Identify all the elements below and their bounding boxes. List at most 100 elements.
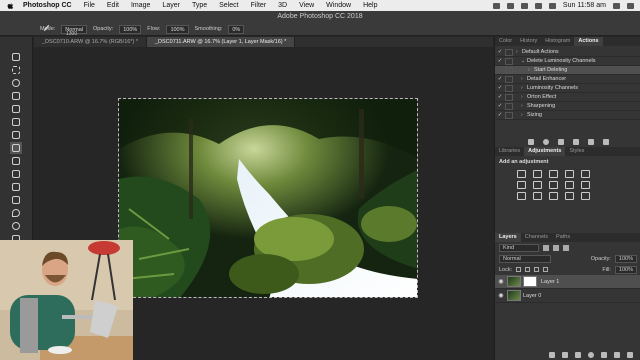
record-action-icon[interactable]: [542, 138, 549, 145]
record-icon[interactable]: [492, 2, 500, 9]
action-orton-effect[interactable]: ✓ › Orton Effect: [495, 93, 640, 102]
layer-mask-thumbnail[interactable]: [523, 276, 537, 287]
photo-filter-icon[interactable]: [565, 181, 574, 189]
lock-transparency-icon[interactable]: [516, 267, 522, 272]
color-balance-icon[interactable]: [533, 181, 542, 189]
crop-tool-icon[interactable]: [10, 103, 22, 115]
menu-help[interactable]: Help: [363, 2, 377, 9]
flow-input[interactable]: 100%: [166, 24, 189, 34]
tab-styles[interactable]: Styles: [565, 147, 588, 156]
menu-image[interactable]: Image: [131, 2, 150, 9]
airplay-icon[interactable]: [506, 2, 514, 9]
threshold-icon[interactable]: [549, 192, 558, 200]
filter-adjustment-icon[interactable]: [553, 244, 559, 251]
layer-name[interactable]: Layer 1: [541, 279, 559, 285]
menu-3d[interactable]: 3D: [278, 2, 287, 9]
filter-pixel-icon[interactable]: [543, 244, 549, 251]
eye-icon[interactable]: ◉: [495, 278, 507, 285]
play-icon[interactable]: [557, 138, 564, 145]
curves-icon[interactable]: [549, 170, 558, 178]
add-mask-icon[interactable]: [575, 352, 581, 358]
action-default-actions[interactable]: ✓ › Default Actions: [495, 48, 640, 57]
action-check[interactable]: ✓: [495, 112, 505, 118]
modal-toggle[interactable]: [505, 57, 513, 65]
layer-thumbnail[interactable]: [507, 276, 521, 287]
quick-select-tool-icon[interactable]: [10, 90, 22, 102]
forest-stream-photo[interactable]: [118, 98, 418, 298]
modal-toggle[interactable]: [505, 102, 513, 110]
action-sizing[interactable]: ✓ › Sizing: [495, 111, 640, 120]
modal-toggle[interactable]: [505, 75, 513, 83]
tab-history[interactable]: History: [516, 37, 541, 46]
action-luminosity-channels[interactable]: ✓ › Luminosity Channels: [495, 84, 640, 93]
layer-name[interactable]: Layer 0: [523, 293, 541, 299]
action-delete-luminosity[interactable]: ✓ ⌄ Delete Luminosity Channels: [495, 57, 640, 66]
tab-layers[interactable]: Layers: [495, 233, 521, 242]
fill-input[interactable]: 100%: [614, 265, 637, 274]
kind-filter-select[interactable]: Kind: [499, 243, 539, 252]
modal-toggle[interactable]: [505, 93, 513, 101]
layer-opacity-input[interactable]: 100%: [614, 254, 637, 263]
menubar-app-name[interactable]: Photoshop CC: [23, 2, 72, 9]
modal-toggle[interactable]: [505, 48, 513, 56]
new-layer-icon[interactable]: [614, 352, 620, 358]
action-check[interactable]: ✓: [495, 76, 505, 82]
modal-toggle[interactable]: [505, 66, 513, 74]
menu-window[interactable]: Window: [326, 2, 351, 9]
menu-type[interactable]: Type: [192, 2, 207, 9]
lock-pixels-icon[interactable]: [525, 267, 531, 272]
black-white-icon[interactable]: [549, 181, 558, 189]
tab-dsc0710[interactable]: _DSC0710.ARW @ 16.7% (RGB/16*) *: [34, 37, 147, 47]
new-action-icon[interactable]: [587, 138, 594, 145]
action-check[interactable]: ✓: [495, 94, 505, 100]
lasso-tool-icon[interactable]: [10, 77, 22, 89]
stop-icon[interactable]: [527, 138, 534, 145]
action-sharpening[interactable]: ✓ › Sharpening: [495, 102, 640, 111]
action-detail-enhancer[interactable]: ✓ › Detail Enhancer: [495, 75, 640, 84]
brightness-contrast-icon[interactable]: [517, 170, 526, 178]
brush-tool-preset-icon[interactable]: [42, 23, 51, 32]
modal-toggle[interactable]: [505, 111, 513, 119]
blur-tool-icon[interactable]: [10, 207, 22, 219]
brush-tool-icon[interactable]: [10, 142, 22, 154]
gradient-map-icon[interactable]: [565, 192, 574, 200]
opacity-input[interactable]: 100%: [119, 24, 142, 34]
menu-view[interactable]: View: [299, 2, 314, 9]
eyedropper-tool-icon[interactable]: [10, 116, 22, 128]
layer-row-layer-0[interactable]: ◉ Layer 0: [495, 289, 640, 303]
menu-select[interactable]: Select: [219, 2, 238, 9]
clock[interactable]: Sun 11:58 am: [563, 2, 606, 9]
new-group-icon[interactable]: [601, 352, 607, 358]
modal-toggle[interactable]: [505, 84, 513, 92]
exposure-icon[interactable]: [565, 170, 574, 178]
tab-channels[interactable]: Channels: [521, 233, 552, 242]
menu-edit[interactable]: Edit: [107, 2, 119, 9]
action-check[interactable]: ✓: [495, 58, 505, 64]
action-check[interactable]: ✓: [495, 85, 505, 91]
spotlight-icon[interactable]: [613, 2, 620, 9]
fx-icon[interactable]: [562, 352, 568, 358]
tab-libraries[interactable]: Libraries: [495, 147, 524, 156]
new-adjustment-icon[interactable]: [588, 352, 594, 358]
marquee-tool-icon[interactable]: [10, 64, 22, 76]
battery-icon[interactable]: [534, 2, 542, 9]
tab-paths[interactable]: Paths: [552, 233, 574, 242]
lock-position-icon[interactable]: [534, 267, 540, 272]
menu-filter[interactable]: Filter: [251, 2, 267, 9]
new-set-icon[interactable]: [572, 138, 579, 145]
wifi-icon[interactable]: [548, 2, 556, 9]
tab-color[interactable]: Color: [495, 37, 516, 46]
action-check[interactable]: ✓: [495, 49, 505, 55]
lock-all-icon[interactable]: [543, 267, 549, 272]
filter-type-icon[interactable]: [563, 244, 569, 251]
move-tool-icon[interactable]: [10, 51, 22, 63]
blend-mode-select[interactable]: Normal: [499, 254, 551, 263]
tab-dsc0711[interactable]: _DSC0711.ARW @ 16.7% (Layer 1, Layer Mas…: [146, 37, 296, 47]
layer-row-layer-1[interactable]: ◉ Layer 1: [495, 275, 640, 289]
delete-layer-icon[interactable]: [627, 352, 633, 358]
menu-layer[interactable]: Layer: [162, 2, 180, 9]
tab-histogram[interactable]: Histogram: [541, 37, 574, 46]
tab-adjustments[interactable]: Adjustments: [524, 147, 566, 156]
action-check[interactable]: ✓: [495, 103, 505, 109]
eye-icon[interactable]: ◉: [495, 292, 507, 299]
